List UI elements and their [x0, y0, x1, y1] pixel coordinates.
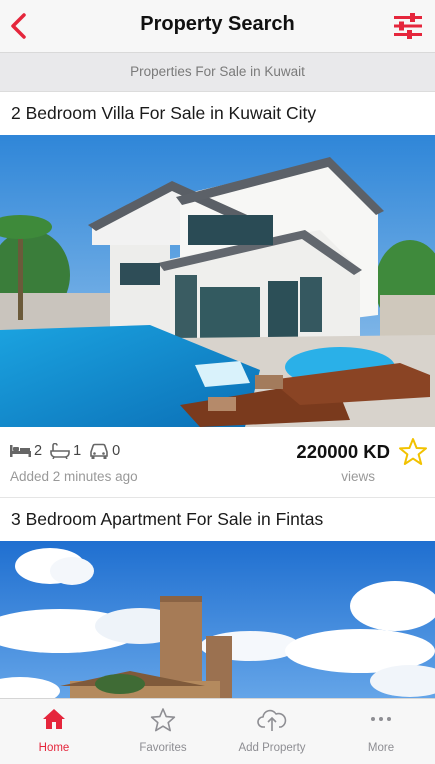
- bed-icon: [10, 445, 31, 457]
- building-under-sky-photo[interactable]: [0, 541, 435, 698]
- home-icon: [43, 709, 65, 729]
- listing-card[interactable]: 2 Bedroom Villa For Sale in Kuwait City: [0, 92, 435, 498]
- star-outline-icon: [399, 438, 427, 465]
- tab-bar: Home Favorites Add Property More: [0, 698, 435, 764]
- tab-more[interactable]: More: [327, 699, 435, 764]
- tab-home[interactable]: Home: [0, 699, 108, 764]
- tab-favorites-label: Favorites: [139, 742, 187, 754]
- bedrooms-count: 2: [34, 443, 43, 459]
- location-subheader: Properties For Sale in Kuwait: [0, 53, 435, 92]
- car-icon: [90, 443, 108, 459]
- tab-add-property-label: Add Property: [238, 742, 306, 754]
- listing-features: 2 1 0: [10, 443, 128, 459]
- bathrooms-feature: 1: [50, 443, 81, 459]
- villa-with-pool-photo[interactable]: [0, 135, 435, 427]
- views-label: views: [341, 469, 375, 484]
- tab-more-label: More: [367, 742, 395, 754]
- added-time: Added 2 minutes ago: [10, 469, 138, 484]
- bathrooms-count: 1: [73, 443, 82, 459]
- cloud-upload-icon: [257, 709, 287, 731]
- navigation-bar: Property Search: [0, 0, 435, 53]
- sliders-icon: [394, 13, 422, 39]
- filter-button[interactable]: [393, 12, 423, 40]
- listing-details: 2 1 0 Added 2 minutes ago 220000 KD view…: [0, 427, 435, 498]
- page-title: Property Search: [140, 13, 295, 35]
- tab-add-property[interactable]: Add Property: [218, 699, 326, 764]
- favorite-button[interactable]: [398, 437, 428, 467]
- listing-price: 220000 KD: [296, 441, 390, 462]
- tab-home-label: Home: [38, 742, 70, 754]
- listing-card[interactable]: 3 Bedroom Apartment For Sale in Fintas: [0, 498, 435, 698]
- tab-favorites[interactable]: Favorites: [109, 699, 217, 764]
- bedrooms-feature: 2: [10, 443, 42, 459]
- listing-scroll-area[interactable]: 2 Bedroom Villa For Sale in Kuwait City: [0, 92, 435, 698]
- bathtub-icon: [50, 443, 70, 459]
- parking-count: 0: [112, 443, 121, 459]
- listing-title[interactable]: 2 Bedroom Villa For Sale in Kuwait City: [0, 92, 435, 135]
- listing-title[interactable]: 3 Bedroom Apartment For Sale in Fintas: [0, 498, 435, 541]
- star-icon: [150, 708, 176, 732]
- parking-feature: 0: [89, 443, 120, 459]
- more-dots-icon: [371, 717, 391, 721]
